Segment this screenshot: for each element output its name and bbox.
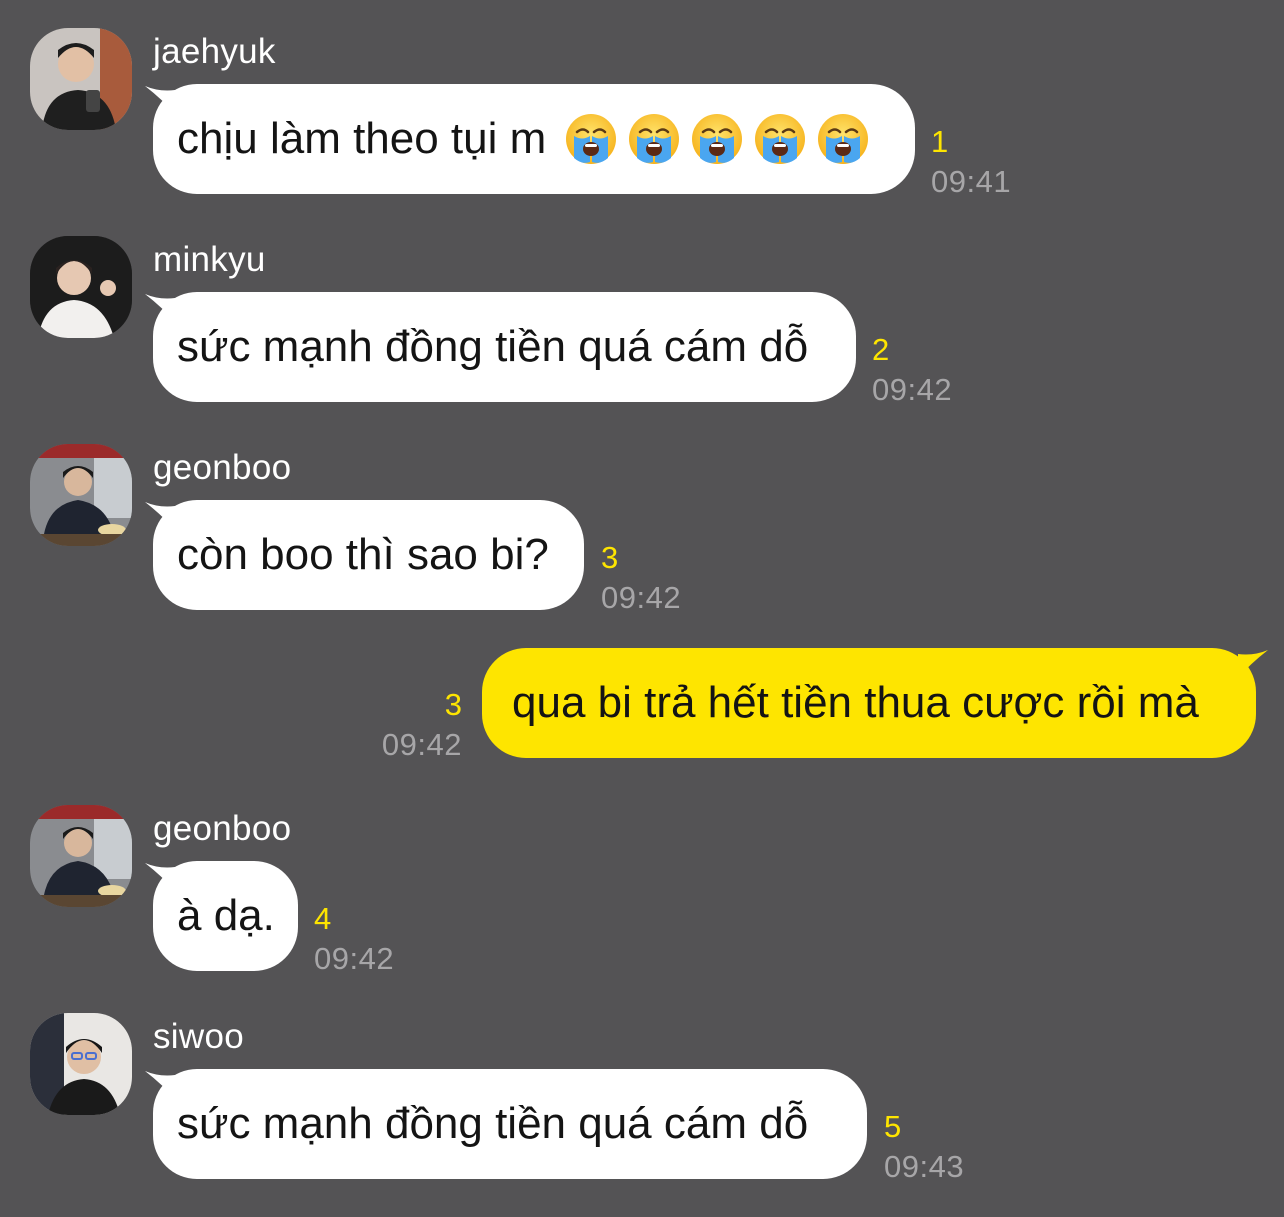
message-text: còn boo thì sao bi? xyxy=(177,530,549,579)
unread-count: 1 xyxy=(931,124,949,159)
avatar-geonboo[interactable] xyxy=(30,444,132,546)
loudly-crying-face-icon xyxy=(627,112,681,166)
message-bubble[interactable]: qua bi trả hết tiền thua cược rồi mà xyxy=(482,648,1256,758)
unread-count: 5 xyxy=(884,1109,902,1144)
message-bubble[interactable]: sức mạnh đồng tiền quá cám dỗ xyxy=(153,292,856,402)
sender-name: geonboo xyxy=(153,809,292,848)
sender-name: jaehyuk xyxy=(153,32,276,71)
loudly-crying-face-icon xyxy=(564,112,618,166)
message-meta: 3 09:42 xyxy=(360,689,462,760)
message-meta: 4 09:42 xyxy=(314,903,394,974)
message-text: à dạ. xyxy=(177,891,275,940)
message-bubble[interactable]: à dạ. xyxy=(153,861,298,971)
loudly-crying-face-icon xyxy=(753,112,807,166)
message-text: sức mạnh đồng tiền quá cám dỗ xyxy=(177,322,809,371)
timestamp: 09:41 xyxy=(931,164,1012,199)
unread-count: 3 xyxy=(444,687,462,722)
unread-count: 4 xyxy=(314,901,332,936)
message-bubble[interactable]: chịu làm theo tụi m xyxy=(153,84,915,194)
unread-count: 2 xyxy=(872,332,890,367)
message-bubble[interactable]: còn boo thì sao bi? xyxy=(153,500,584,610)
timestamp: 09:43 xyxy=(884,1149,965,1184)
message-meta: 1 09:41 xyxy=(931,126,1011,197)
message-meta: 3 09:42 xyxy=(601,542,681,613)
timestamp: 09:42 xyxy=(314,941,395,976)
unread-count: 3 xyxy=(601,540,619,575)
timestamp: 09:42 xyxy=(872,372,953,407)
sender-name: siwoo xyxy=(153,1017,244,1056)
message-meta: 2 09:42 xyxy=(872,334,952,405)
message-text: chịu làm theo tụi m xyxy=(177,114,547,163)
sender-name: minkyu xyxy=(153,240,266,279)
message-text: qua bi trả hết tiền thua cược rồi mà xyxy=(512,678,1199,727)
avatar-geonboo[interactable] xyxy=(30,805,132,907)
timestamp: 09:42 xyxy=(601,580,682,615)
message-meta: 5 09:43 xyxy=(884,1111,964,1182)
emoji-group xyxy=(564,112,870,166)
avatar-minkyu[interactable] xyxy=(30,236,132,338)
loudly-crying-face-icon xyxy=(816,112,870,166)
message-text: sức mạnh đồng tiền quá cám dỗ xyxy=(177,1099,809,1148)
sender-name: geonboo xyxy=(153,448,292,487)
avatar-jaehyuk[interactable] xyxy=(30,28,132,130)
bubble-tail xyxy=(1238,650,1268,678)
message-bubble[interactable]: sức mạnh đồng tiền quá cám dỗ xyxy=(153,1069,867,1179)
loudly-crying-face-icon xyxy=(690,112,744,166)
avatar-siwoo[interactable] xyxy=(30,1013,132,1115)
timestamp: 09:42 xyxy=(381,727,462,762)
